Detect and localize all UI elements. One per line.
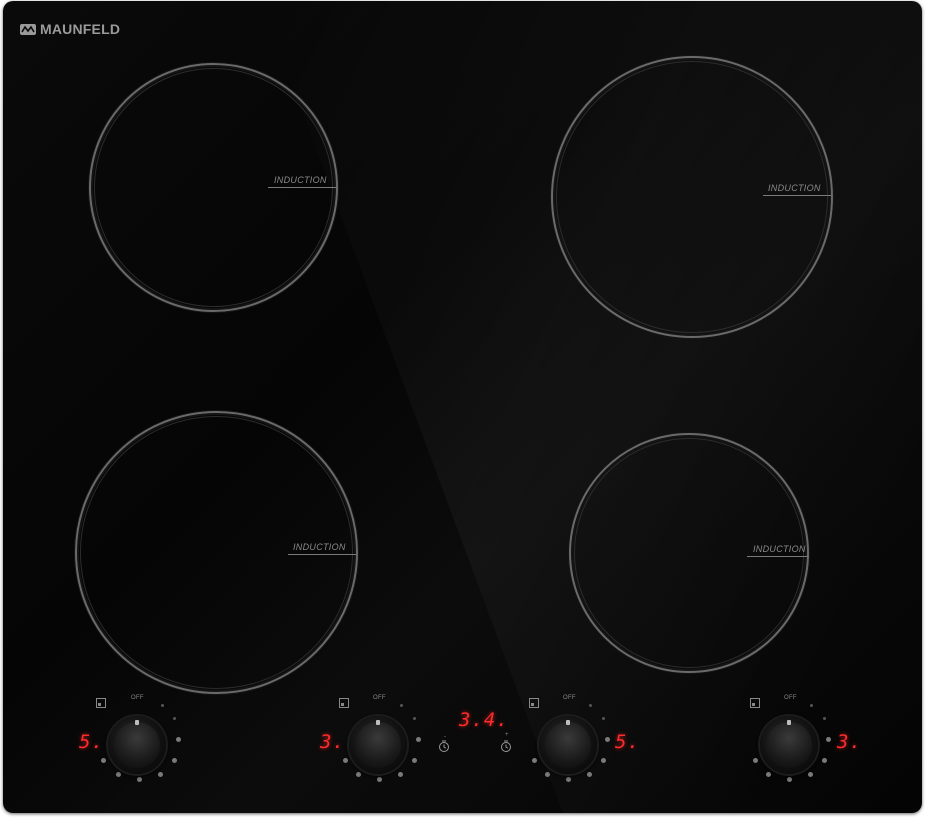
control-knob-3[interactable] <box>539 716 597 774</box>
scale-dot <box>787 777 792 782</box>
scale-dot <box>172 758 177 763</box>
pan-detect-icon <box>529 698 539 708</box>
maunfeld-logo-icon <box>20 23 36 35</box>
pan-detect-icon <box>339 698 349 708</box>
power-level-display: 5. <box>79 731 104 753</box>
scale-dot <box>753 758 758 763</box>
knob-cap <box>545 722 591 768</box>
control-group-3: OFF 5. <box>493 691 643 791</box>
scale-dot <box>605 737 610 742</box>
zone-label-front-left: INDUCTION <box>293 542 346 552</box>
scale-dot <box>532 758 537 763</box>
control-knob-4[interactable] <box>760 716 818 774</box>
zone-label-line <box>268 187 336 188</box>
zone-label-line <box>288 554 356 555</box>
control-knob-2[interactable] <box>349 716 407 774</box>
knob-indicator <box>787 720 791 725</box>
scale-dot <box>589 704 592 707</box>
scale-dot <box>176 737 181 742</box>
scale-dot <box>101 758 106 763</box>
scale-dot <box>137 777 142 782</box>
scale-dot <box>545 772 550 777</box>
scale-dot <box>587 772 592 777</box>
zone-label-rear-left: INDUCTION <box>274 175 327 185</box>
control-group-1: OFF 5. <box>63 691 193 791</box>
cooking-zone-rear-right[interactable] <box>551 56 833 338</box>
off-label: OFF <box>784 695 797 701</box>
zone-label-front-right: INDUCTION <box>753 544 806 554</box>
scale-dot <box>400 704 403 707</box>
off-label: OFF <box>373 695 386 701</box>
knob-indicator <box>135 720 139 725</box>
off-label: OFF <box>131 695 144 701</box>
cooking-zone-front-left[interactable] <box>75 411 358 694</box>
knob-cap <box>114 722 160 768</box>
knob-cap <box>766 722 812 768</box>
pan-detect-icon <box>750 698 760 708</box>
scale-dot <box>566 777 571 782</box>
control-group-2: OFF 3. <box>303 691 433 791</box>
off-label: OFF <box>563 695 576 701</box>
induction-hob: MAUNFELD INDUCTION INDUCTION INDUCTION I… <box>3 1 922 813</box>
scale-dot <box>377 777 382 782</box>
scale-dot <box>398 772 403 777</box>
timer-minus-icon[interactable] <box>438 740 450 752</box>
zone-label-line <box>747 556 809 557</box>
scale-dot <box>823 717 826 720</box>
scale-dot <box>601 758 606 763</box>
zone-label-rear-right: INDUCTION <box>768 183 821 193</box>
scale-dot <box>826 737 831 742</box>
scale-dot <box>161 704 164 707</box>
scale-dot <box>808 772 813 777</box>
power-level-display: 3. <box>837 731 862 753</box>
scale-dot <box>822 758 827 763</box>
scale-dot <box>116 772 121 777</box>
scale-dot <box>810 704 813 707</box>
brand-name: MAUNFELD <box>40 21 121 37</box>
scale-dot <box>416 737 421 742</box>
control-knob-1[interactable] <box>108 716 166 774</box>
knob-indicator <box>376 720 380 725</box>
scale-dot <box>602 717 605 720</box>
scale-dot <box>356 772 361 777</box>
knob-cap <box>355 722 401 768</box>
pan-detect-icon <box>96 698 106 708</box>
scale-dot <box>412 758 417 763</box>
brand-logo: MAUNFELD <box>20 21 120 37</box>
control-group-4: OFF 3. <box>715 691 865 791</box>
scale-dot <box>413 717 416 720</box>
scale-dot <box>766 772 771 777</box>
knob-indicator <box>566 720 570 725</box>
power-level-display: 3. <box>320 731 345 753</box>
scale-dot <box>158 772 163 777</box>
scale-dot <box>173 717 176 720</box>
scale-dot <box>343 758 348 763</box>
power-level-display: 5. <box>615 731 640 753</box>
zone-label-line <box>763 195 831 196</box>
